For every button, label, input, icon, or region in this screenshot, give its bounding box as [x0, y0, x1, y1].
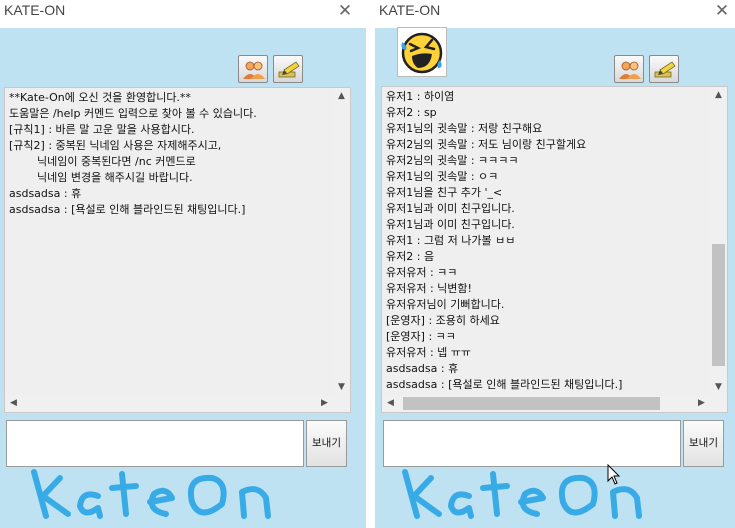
horizontal-scrollbar[interactable]: ◀ ▶ — [5, 395, 350, 412]
whisper-button[interactable] — [273, 55, 303, 83]
message-input[interactable] — [6, 420, 304, 467]
friends-button[interactable] — [614, 55, 644, 83]
send-button[interactable]: 보내기 — [306, 420, 347, 467]
chat-message: 유저1님의 귓속말 : ㅇㅋ — [386, 170, 499, 183]
message-list: **Kate-On에 오신 것을 환영합니다.** 도움말은 /help 커멘드 … — [9, 90, 328, 218]
message-input[interactable] — [383, 420, 681, 467]
chat-message: 유저2님의 귓속말 : ㅋㅋㅋㅋ — [386, 154, 519, 167]
chat-log[interactable]: **Kate-On에 오신 것을 환영합니다.** 도움말은 /help 커멘드 … — [4, 87, 351, 413]
chat-message: 유저1님과 이미 친구입니다. — [386, 218, 515, 231]
friends-icon — [243, 61, 265, 79]
horizontal-scroll-thumb[interactable] — [403, 397, 660, 410]
kate-on-logo — [402, 469, 642, 519]
chat-window-right: KATE-ON ✕ 유저1 : 하이염유저2 : sp 유저1님의 귓속말 : 저… — [375, 0, 735, 528]
kate-on-logo — [31, 469, 271, 519]
window-gap — [366, 0, 375, 528]
scroll-left-icon[interactable]: ◀ — [5, 395, 22, 412]
close-button[interactable]: ✕ — [710, 0, 734, 22]
chat-window-left: KATE-ON ✕ **Kate-On에 오신 것을 환영합니다.** 도움말은 … — [0, 0, 366, 528]
friends-icon — [619, 61, 641, 79]
chat-message: 닉네임 변경을 해주시길 바랍니다. — [9, 171, 193, 184]
scroll-up-icon[interactable]: ▲ — [710, 87, 727, 103]
scroll-right-icon[interactable]: ▶ — [316, 395, 333, 412]
chat-message: asdsadsa : [욕설로 인해 블라인드된 채팅입니다.] — [9, 203, 246, 216]
mouse-cursor-icon — [607, 464, 621, 485]
chat-message: asdsadsa : 휴 — [386, 362, 459, 375]
chat-message: [운영자] : ㅋㅋ — [386, 330, 456, 343]
chat-message: 유저1님의 귓속말 : 저랑 친구해요 — [386, 122, 543, 135]
chat-message: 유저1님과 이미 친구입니다. — [386, 202, 515, 215]
pencil-icon — [654, 61, 676, 78]
laughing-tears-emoji-icon — [401, 32, 443, 74]
scroll-up-icon[interactable]: ▲ — [333, 88, 350, 104]
chat-message: 닉네임이 중복된다면 /nc 커멘드로 — [9, 155, 196, 168]
chat-message: 도움말은 /help 커멘드 입력으로 찾아 볼 수 있습니다. — [9, 107, 257, 120]
chat-message: 유저1님을 친구 추가 '_< — [386, 186, 503, 199]
chat-message: asdsadsa : [욕설로 인해 블라인드된 채팅입니다.] — [386, 378, 623, 391]
pencil-icon — [278, 61, 300, 78]
chat-message: [규칙1] : 바른 말 고운 말을 사용합시다. — [9, 123, 195, 136]
vertical-scrollbar[interactable]: ▲ ▼ — [710, 87, 727, 395]
window-title: KATE-ON — [379, 2, 441, 18]
scroll-right-icon[interactable]: ▶ — [693, 395, 710, 412]
title-bar: KATE-ON ✕ — [0, 0, 366, 28]
window-title: KATE-ON — [4, 2, 66, 18]
title-bar: KATE-ON ✕ — [375, 0, 735, 28]
chat-message: asdsadsa : 휴 — [9, 187, 82, 200]
chat-message: [운영자] : 조용히 하세요 — [386, 314, 500, 327]
chat-message: 유저2 : sp — [386, 106, 437, 119]
scroll-left-icon[interactable]: ◀ — [382, 395, 399, 412]
whisper-button[interactable] — [649, 55, 679, 83]
chat-message: 유저유저님이 기뻐합니다. — [386, 298, 505, 311]
send-button[interactable]: 보내기 — [683, 420, 724, 467]
scroll-down-icon[interactable]: ▼ — [333, 379, 350, 395]
chat-message: 유저유저 : ㅋㅋ — [386, 266, 458, 279]
chat-message: 유저2 : 음 — [386, 250, 435, 263]
vertical-scroll-thumb[interactable] — [712, 244, 725, 366]
chat-message: 유저2님의 귓속말 : 저도 님이랑 친구할게요 — [386, 138, 587, 151]
emoticon-button[interactable] — [397, 27, 447, 77]
horizontal-scrollbar[interactable]: ◀ ▶ — [382, 395, 727, 412]
chat-message: 유저유저 : 닉변함! — [386, 282, 472, 295]
friends-button[interactable] — [238, 55, 268, 83]
chat-message: **Kate-On에 오신 것을 환영합니다.** — [9, 91, 191, 104]
chat-log[interactable]: 유저1 : 하이염유저2 : sp 유저1님의 귓속말 : 저랑 친구해요유저2님… — [381, 86, 728, 413]
chat-message: 유저1 : 그럼 저 나가볼 ㅂㅂ — [386, 234, 516, 247]
vertical-scrollbar[interactable]: ▲ ▼ — [333, 88, 350, 395]
chat-message: 유저1 : 하이염 — [386, 90, 455, 103]
message-list: 유저1 : 하이염유저2 : sp 유저1님의 귓속말 : 저랑 친구해요유저2님… — [386, 89, 705, 393]
chat-message: 유저유저 : 넵 ㅠㅠ — [386, 346, 472, 359]
scroll-down-icon[interactable]: ▼ — [710, 379, 727, 395]
chat-message: [규칙2] : 중복된 닉네임 사용은 자제해주시고, — [9, 139, 222, 152]
close-button[interactable]: ✕ — [333, 0, 357, 22]
